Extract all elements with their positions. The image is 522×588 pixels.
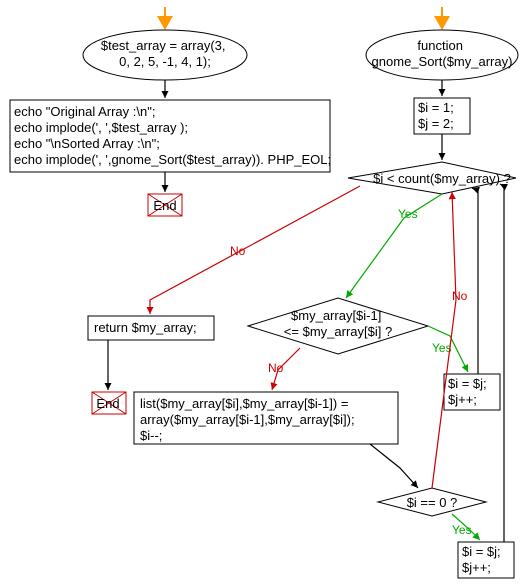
cond2-line1: $my_array[$i-1] [291, 308, 381, 323]
start-ellipse-line2: 0, 2, 5, -1, 4, 1); [119, 54, 211, 69]
edge-swap-to-cond3 [370, 444, 418, 488]
edge-cond1-yes [346, 194, 442, 298]
assign1-line-1: $i = $j; [448, 376, 487, 391]
cond3-no-label: No [452, 289, 468, 303]
left-end-label: End [153, 198, 176, 213]
cond1-no-label: No [230, 244, 246, 258]
left-flow: $test_array = array(3, 0, 2, 5, -1, 4, 1… [10, 7, 331, 216]
stmt-line-1: echo "Original Array :\n"; [14, 104, 155, 119]
cond3-text: $i == 0 ? [407, 495, 458, 510]
func-line2: gnome_Sort($my_array) [372, 54, 513, 69]
cond1-yes-label: Yes [398, 207, 418, 221]
assign2-line-1: $i = $j; [462, 544, 501, 559]
init-line-2: $j = 2; [418, 116, 454, 131]
swap-line-1: list($my_array[$i],$my_array[$i-1]) = [140, 396, 348, 411]
right-end-node: End [92, 392, 126, 414]
stmt-line-4: echo implode(', ',gnome_Sort($test_array… [14, 152, 331, 167]
cond2-line2: <= $my_array[$i] ? [284, 324, 392, 339]
right-end-label: End [96, 396, 119, 411]
start-ellipse-text: $test_array = array(3, 0, 2, 5, -1, 4, 1… [101, 38, 229, 69]
edge-assign1-to-cond1 [472, 188, 478, 374]
stmt-line-2: echo implode(', ',$test_array ); [14, 120, 188, 135]
cond2-yes-label: Yes [432, 341, 452, 355]
stmt-line-3: echo "\nSorted Array :\n"; [14, 136, 160, 151]
right-flow: function gnome_Sort($my_array) $i = 1; $… [88, 7, 518, 578]
cond1-text: $i < count($my_array) ? [373, 171, 511, 186]
assign2-line-2: $j++; [462, 560, 491, 575]
return-text: return $my_array; [94, 320, 197, 335]
assign1-line-2: $j++; [448, 392, 477, 407]
func-line1: function [417, 38, 463, 53]
cond2-no-label: No [268, 361, 284, 375]
swap-line-2: array($my_array[$i-1],$my_array[$i]); [140, 412, 355, 427]
cond2-text: $my_array[$i-1] <= $my_array[$i] ? [284, 308, 392, 339]
cond3-yes-label: Yes [452, 523, 472, 537]
swap-line-3: $i--; [140, 428, 162, 443]
left-end-node: End [148, 194, 182, 216]
edge-assign2-to-cond1 [500, 184, 504, 542]
start-ellipse-line1: $test_array = array(3, [101, 38, 226, 53]
init-line-1: $i = 1; [418, 100, 454, 115]
